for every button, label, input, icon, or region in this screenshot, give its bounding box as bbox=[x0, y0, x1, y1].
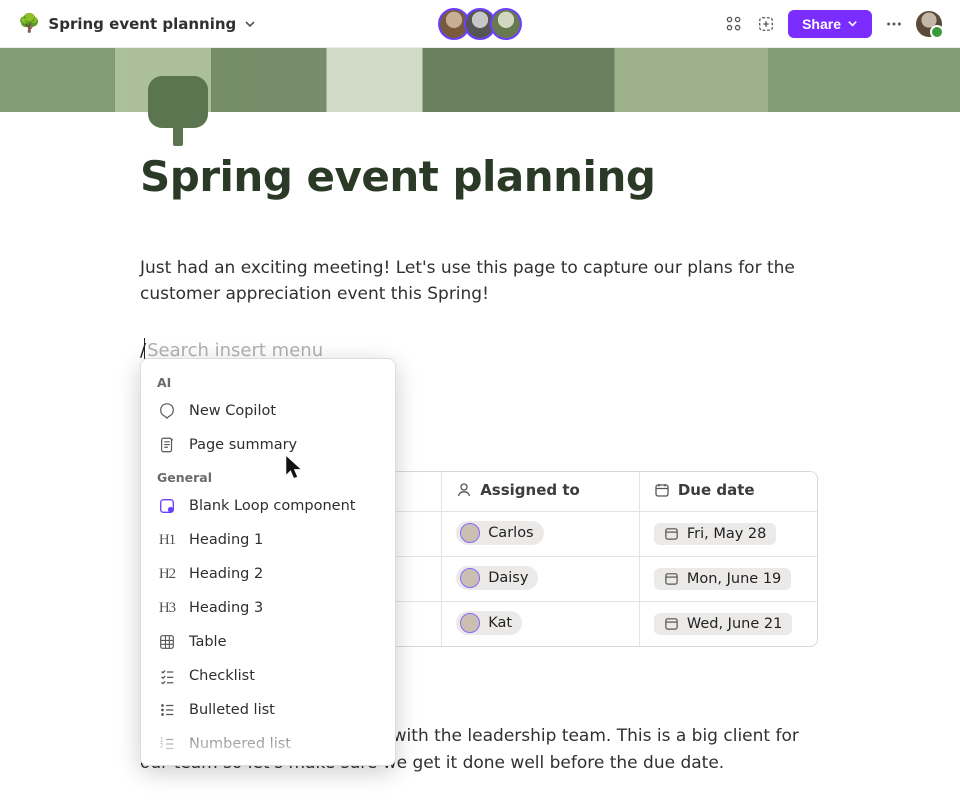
heading-3-icon: H3 bbox=[157, 598, 177, 618]
person-icon bbox=[456, 482, 472, 498]
person-chip[interactable]: Kat bbox=[456, 611, 522, 635]
copilot-icon bbox=[157, 401, 177, 421]
page-title[interactable]: Spring event planning bbox=[140, 152, 900, 201]
numbered-list-icon: 12 bbox=[157, 734, 177, 754]
share-button[interactable]: Share bbox=[788, 10, 872, 38]
date-chip[interactable]: Wed, June 21 bbox=[654, 613, 792, 635]
cursor-icon bbox=[284, 455, 306, 479]
chevron-down-icon bbox=[847, 18, 858, 29]
insert-menu-group-label: General bbox=[141, 462, 395, 489]
insert-menu-item-label: New Copilot bbox=[189, 403, 276, 419]
calendar-icon bbox=[664, 571, 679, 586]
table-header-assigned[interactable]: Assigned to bbox=[442, 472, 640, 512]
date-chip-label: Mon, June 19 bbox=[687, 571, 781, 587]
intro-paragraph[interactable]: Just had an exciting meeting! Let's use … bbox=[140, 255, 800, 308]
cover-image[interactable] bbox=[0, 48, 960, 112]
insert-icon[interactable] bbox=[756, 14, 776, 34]
insert-menu-item-heading-3[interactable]: H3 Heading 3 bbox=[141, 591, 395, 625]
assignee-cell[interactable]: Carlos bbox=[442, 512, 640, 557]
person-chip[interactable]: Carlos bbox=[456, 521, 543, 545]
presence-avatars[interactable] bbox=[438, 8, 522, 40]
workspace-icon: 🌳 bbox=[18, 15, 40, 33]
insert-menu-item-new-copilot[interactable]: New Copilot bbox=[141, 394, 395, 428]
insert-menu-item-label: Heading 1 bbox=[189, 532, 263, 548]
insert-menu: AI New Copilot Page summary General Blan… bbox=[140, 358, 396, 766]
insert-menu-item-label: Page summary bbox=[189, 437, 297, 453]
table-header-label: Assigned to bbox=[480, 481, 580, 499]
heading-1-icon: H1 bbox=[157, 530, 177, 550]
summary-icon bbox=[157, 435, 177, 455]
me-avatar[interactable] bbox=[916, 11, 942, 37]
date-chip-label: Wed, June 21 bbox=[687, 616, 782, 632]
insert-menu-group-label: AI bbox=[141, 367, 395, 394]
insert-menu-item-checklist[interactable]: Checklist bbox=[141, 659, 395, 693]
top-bar: 🌳 Spring event planning Share bbox=[0, 0, 960, 48]
person-chip-label: Daisy bbox=[488, 570, 528, 586]
apps-icon[interactable] bbox=[724, 14, 744, 34]
insert-menu-item-label: Heading 2 bbox=[189, 566, 263, 582]
insert-menu-item-bulleted-list[interactable]: Bulleted list bbox=[141, 693, 395, 727]
assignee-cell[interactable]: Kat bbox=[442, 602, 640, 647]
person-chip-label: Carlos bbox=[488, 525, 533, 541]
date-chip[interactable]: Fri, May 28 bbox=[654, 523, 777, 545]
bulleted-list-icon bbox=[157, 700, 177, 720]
share-label: Share bbox=[802, 16, 841, 32]
avatar bbox=[460, 523, 480, 543]
checklist-icon bbox=[157, 666, 177, 686]
avatar bbox=[460, 613, 480, 633]
calendar-icon bbox=[654, 482, 670, 498]
loop-icon bbox=[157, 496, 177, 516]
due-cell[interactable]: Mon, June 19 bbox=[639, 557, 817, 602]
svg-text:2: 2 bbox=[160, 743, 164, 750]
calendar-icon bbox=[664, 526, 679, 541]
assignee-cell[interactable]: Daisy bbox=[442, 557, 640, 602]
insert-menu-item-loop[interactable]: Blank Loop component bbox=[141, 489, 395, 523]
insert-menu-item-heading-1[interactable]: H1 Heading 1 bbox=[141, 523, 395, 557]
person-chip[interactable]: Daisy bbox=[456, 566, 538, 590]
chevron-down-icon bbox=[244, 18, 256, 30]
table-header-due[interactable]: Due date bbox=[639, 472, 817, 512]
heading-2-icon: H2 bbox=[157, 564, 177, 584]
insert-menu-item-numbered-list[interactable]: 12 Numbered list bbox=[141, 727, 395, 761]
insert-menu-item-page-summary[interactable]: Page summary bbox=[141, 428, 395, 462]
person-chip-label: Kat bbox=[488, 615, 512, 631]
insert-menu-item-label: Checklist bbox=[189, 668, 255, 684]
breadcrumb-label: Spring event planning bbox=[48, 15, 236, 33]
breadcrumb[interactable]: 🌳 Spring event planning bbox=[18, 15, 256, 33]
date-chip[interactable]: Mon, June 19 bbox=[654, 568, 791, 590]
avatar bbox=[460, 568, 480, 588]
insert-menu-item-label: Heading 3 bbox=[189, 600, 263, 616]
insert-menu-item-label: Bulleted list bbox=[189, 702, 275, 718]
insert-menu-item-label: Table bbox=[189, 634, 227, 650]
calendar-icon bbox=[664, 616, 679, 631]
date-chip-label: Fri, May 28 bbox=[687, 526, 767, 542]
text-caret bbox=[144, 338, 145, 360]
table-header-label: Due date bbox=[678, 481, 755, 499]
table-icon bbox=[157, 632, 177, 652]
insert-menu-item-label: Numbered list bbox=[189, 736, 291, 752]
more-icon[interactable] bbox=[884, 14, 904, 34]
due-cell[interactable]: Wed, June 21 bbox=[639, 602, 817, 647]
due-cell[interactable]: Fri, May 28 bbox=[639, 512, 817, 557]
insert-menu-item-table[interactable]: Table bbox=[141, 625, 395, 659]
insert-menu-item-label: Blank Loop component bbox=[189, 498, 355, 514]
presence-avatar[interactable] bbox=[490, 8, 522, 40]
insert-menu-item-heading-2[interactable]: H2 Heading 2 bbox=[141, 557, 395, 591]
page-icon[interactable] bbox=[148, 76, 208, 146]
